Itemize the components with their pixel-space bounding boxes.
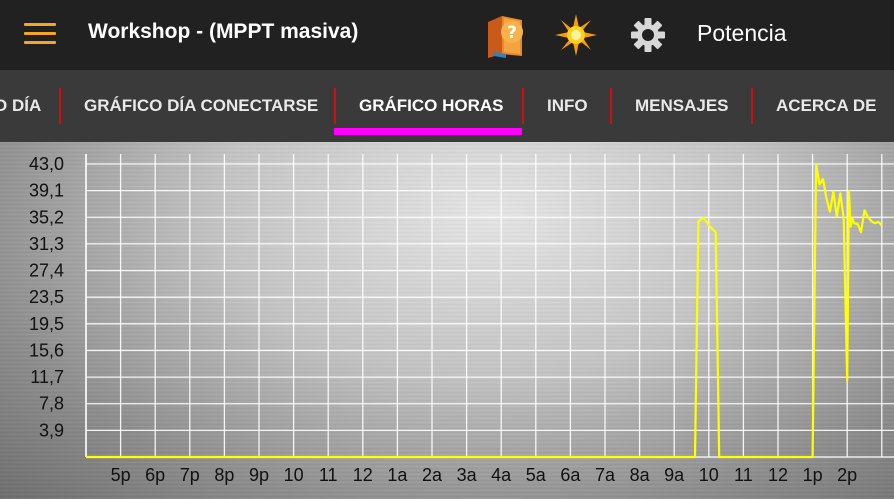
chart-canvas: 43,0 39,1 35,2 31,3 27,4 23,5 19,5 15,6 11,7 7,8 3… <box>29 154 894 485</box>
tab-separator <box>610 88 612 124</box>
tab-grafico-dia-conectarse[interactable]: GRÁFICO DÍA CONECTARSE <box>84 70 318 142</box>
x-tick-label: 6a <box>560 465 581 485</box>
tab-separator <box>522 88 524 124</box>
potencia-label[interactable]: Potencia <box>697 20 787 47</box>
hours-chart: 43,0 39,1 35,2 31,3 27,4 23,5 19,5 15,6 11,7 7,8 3… <box>0 142 894 499</box>
x-tick-label: 9p <box>249 465 269 485</box>
y-tick-label: 39,1 <box>29 181 64 201</box>
x-tick-label: 3a <box>457 465 478 485</box>
y-tick-label: 27,4 <box>29 261 64 281</box>
x-tick-label: 1p <box>803 465 823 485</box>
x-tick-label: 10 <box>284 465 304 485</box>
y-tick-label: 15,6 <box>29 340 64 360</box>
tab-acerca-de[interactable]: ACERCA DE <box>776 70 876 142</box>
tab-mensajes[interactable]: MENSAJES <box>635 70 729 142</box>
svg-text:?: ? <box>507 23 517 43</box>
y-tick-label: 19,5 <box>29 314 64 334</box>
x-tick-label: 10 <box>699 465 719 485</box>
help-book-icon[interactable]: ? <box>480 10 530 60</box>
x-tick-label: 11 <box>319 465 338 485</box>
x-tick-label: 11 <box>734 465 753 485</box>
gear-icon[interactable] <box>623 10 673 60</box>
sun-icon[interactable] <box>551 10 601 60</box>
selected-tab-indicator <box>334 128 522 135</box>
app-bar: Workshop - (MPPT masiva) ? Potencia <box>0 0 894 70</box>
tab-separator <box>59 88 61 124</box>
x-tick-label: 4a <box>491 465 512 485</box>
x-tick-label: 5p <box>111 465 131 485</box>
x-tick-label: 7a <box>595 465 616 485</box>
app-title: Workshop - (MPPT masiva) <box>88 20 359 43</box>
hamburger-menu-icon[interactable] <box>24 23 56 47</box>
x-tick-label: 1a <box>387 465 408 485</box>
x-tick-label: 2p <box>837 465 857 485</box>
x-tick-label: 8p <box>214 465 234 485</box>
x-tick-label: 8a <box>630 465 651 485</box>
y-tick-label: 11,7 <box>30 367 64 387</box>
y-tick-label: 3,9 <box>39 420 64 440</box>
y-tick-label: 23,5 <box>29 287 64 307</box>
tab-separator <box>334 88 336 124</box>
x-tick-label: 9a <box>664 465 685 485</box>
x-tick-label: 12 <box>768 465 788 485</box>
tab-separator <box>751 88 753 124</box>
y-tick-label: 35,2 <box>29 207 64 227</box>
y-tick-label: 7,8 <box>39 394 64 414</box>
x-tick-label: 2a <box>422 465 443 485</box>
x-tick-label: 12 <box>353 465 373 485</box>
tab-dia[interactable]: O DÍA <box>0 70 41 142</box>
data-series-line <box>86 162 883 459</box>
x-tick-label: 5a <box>526 465 547 485</box>
y-tick-label: 43,0 <box>29 154 64 174</box>
x-tick-label: 7p <box>180 465 200 485</box>
tab-info[interactable]: INFO <box>547 70 588 142</box>
x-tick-label: 6p <box>145 465 165 485</box>
y-tick-label: 31,3 <box>29 234 64 254</box>
